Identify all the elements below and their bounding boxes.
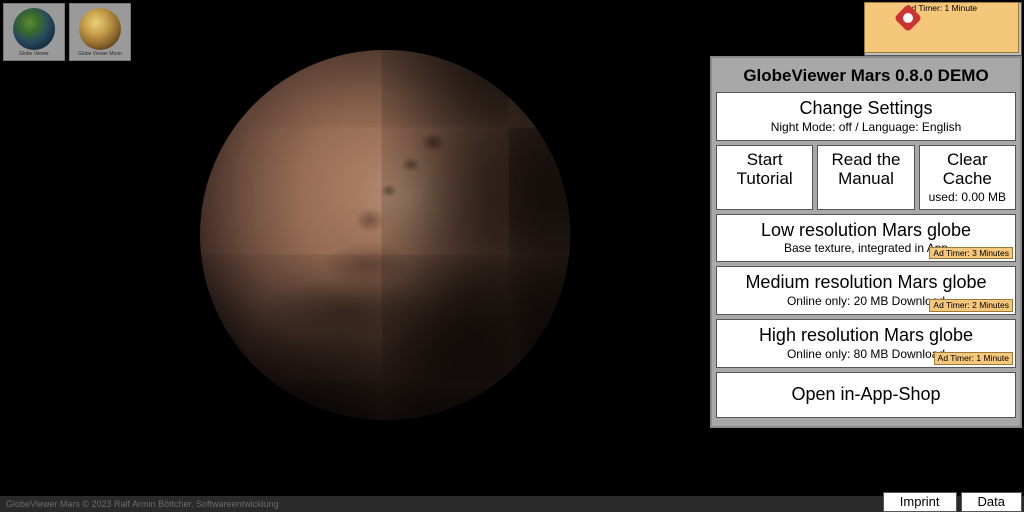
globe-switcher: Globe Viewer Globe Viewer Moon <box>3 3 131 61</box>
medium-res-globe-button[interactable]: Medium resolution Mars globe Online only… <box>716 266 1016 315</box>
change-settings-button[interactable]: Change Settings Night Mode: off / Langua… <box>716 92 1016 141</box>
earth-icon <box>13 8 55 50</box>
start-tutorial-button[interactable]: Start Tutorial <box>716 145 813 210</box>
thumb-moon[interactable]: Globe Viewer Moon <box>69 3 131 61</box>
low-res-globe-button[interactable]: Low resolution Mars globe Base texture, … <box>716 214 1016 263</box>
footer-buttons: Imprint Data <box>883 492 1022 512</box>
promo-perseverance[interactable]: Ad Timer: 1 Minute MARS 2020 PERSEVERANC… <box>864 2 1022 56</box>
copyright-text: GlobeViewer Mars © 2023 Ralf Armin Böttc… <box>6 499 279 509</box>
footer-bar: GlobeViewer Mars © 2023 Ralf Armin Böttc… <box>0 496 1024 512</box>
ad-timer-badge: Ad Timer: 1 Minute <box>864 2 1019 53</box>
thumb-caption: Globe Viewer <box>19 52 49 57</box>
high-res-globe-button[interactable]: High resolution Mars globe Online only: … <box>716 319 1016 368</box>
clear-cache-button[interactable]: Clear Cache used: 0.00 MB <box>919 145 1016 210</box>
open-shop-button[interactable]: Open in-App-Shop <box>716 372 1016 418</box>
ad-timer-badge: Ad Timer: 1 Minute <box>934 352 1013 365</box>
mars2020-badge-icon <box>895 5 921 31</box>
ad-timer-badge: Ad Timer: 3 Minutes <box>929 247 1013 260</box>
ad-timer-badge: Ad Timer: 2 Minutes <box>929 299 1013 312</box>
read-manual-button[interactable]: Read the Manual <box>817 145 914 210</box>
thumb-earth[interactable]: Globe Viewer <box>3 3 65 61</box>
moon-icon <box>79 8 121 50</box>
panel-title: GlobeViewer Mars 0.8.0 DEMO <box>716 62 1016 92</box>
thumb-caption: Globe Viewer Moon <box>78 52 122 57</box>
imprint-button[interactable]: Imprint <box>883 492 957 512</box>
data-button[interactable]: Data <box>961 492 1022 512</box>
control-panel: GlobeViewer Mars 0.8.0 DEMO Change Setti… <box>710 56 1022 428</box>
mars-globe[interactable] <box>200 50 570 420</box>
